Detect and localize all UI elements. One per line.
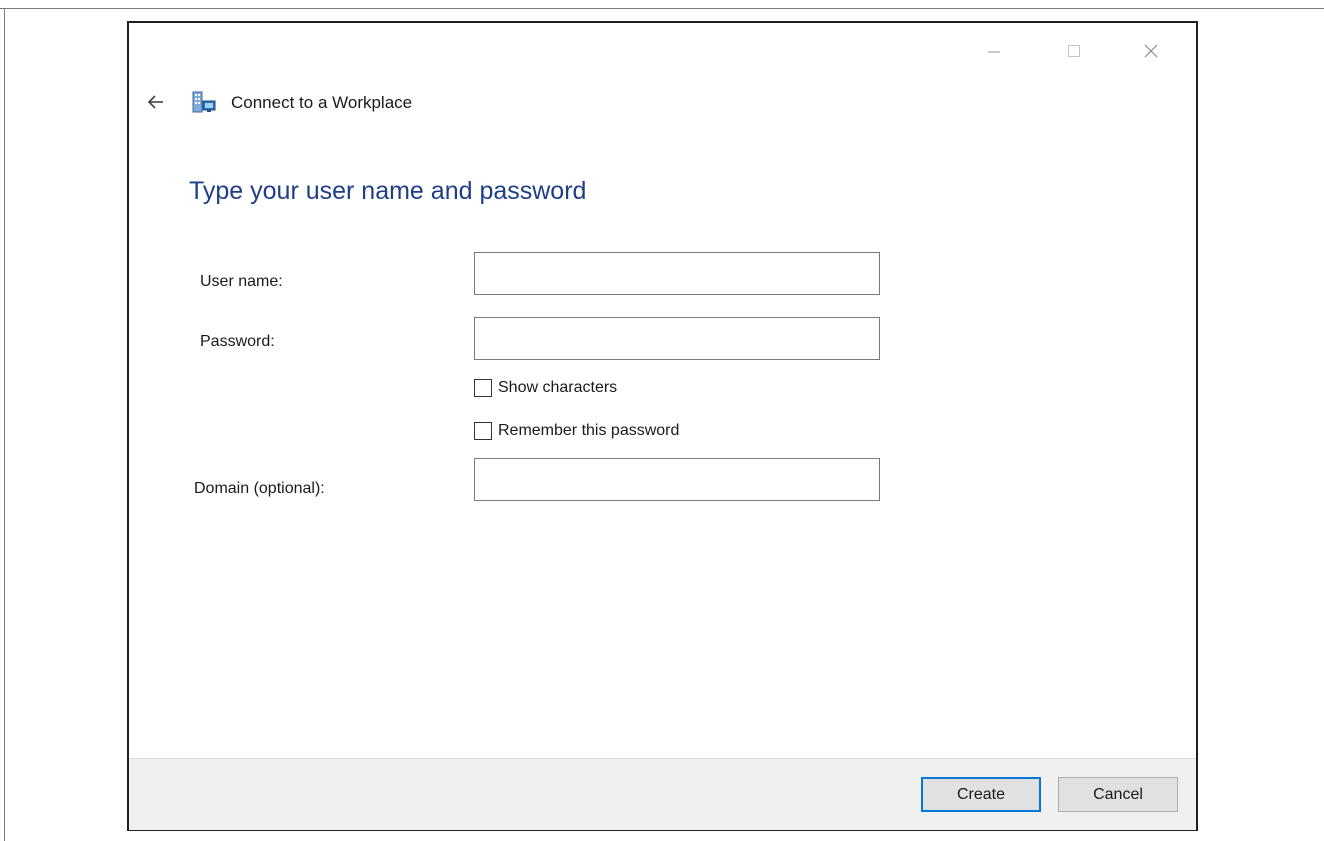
domain-label: Domain (optional): [194, 480, 325, 497]
password-label: Password: [200, 333, 275, 350]
window-title: Connect to a Workplace [231, 93, 413, 112]
back-button[interactable] [143, 89, 169, 115]
domain-input[interactable] [474, 458, 880, 501]
username-label: User name: [200, 273, 283, 290]
page-heading: Type your user name and password [189, 177, 587, 205]
minimize-button[interactable] [974, 37, 1014, 65]
maximize-button[interactable] [1054, 37, 1094, 65]
connect-workplace-window: Connect to a Workplace Type your user na… [127, 21, 1198, 831]
username-input[interactable] [474, 252, 880, 295]
close-button[interactable] [1131, 37, 1171, 65]
close-icon [1144, 44, 1158, 58]
cancel-button[interactable]: Cancel [1058, 777, 1178, 812]
create-button[interactable]: Create [921, 777, 1041, 812]
show-characters-checkbox-box[interactable] [474, 379, 492, 397]
remember-password-checkbox[interactable]: Remember this password [474, 422, 679, 440]
maximize-icon [1068, 45, 1080, 57]
show-characters-label: Show characters [498, 379, 618, 396]
page-frame-top [0, 8, 1324, 9]
page-frame-left [4, 8, 5, 841]
workplace-network-icon [192, 91, 216, 113]
show-characters-checkbox[interactable]: Show characters [474, 379, 617, 397]
minimize-icon [988, 51, 1000, 53]
remember-password-label: Remember this password [498, 422, 680, 439]
dialog-footer: Create Cancel [129, 758, 1196, 830]
remember-password-checkbox-box[interactable] [474, 422, 492, 440]
password-input[interactable] [474, 317, 880, 360]
back-arrow-icon [147, 95, 163, 109]
